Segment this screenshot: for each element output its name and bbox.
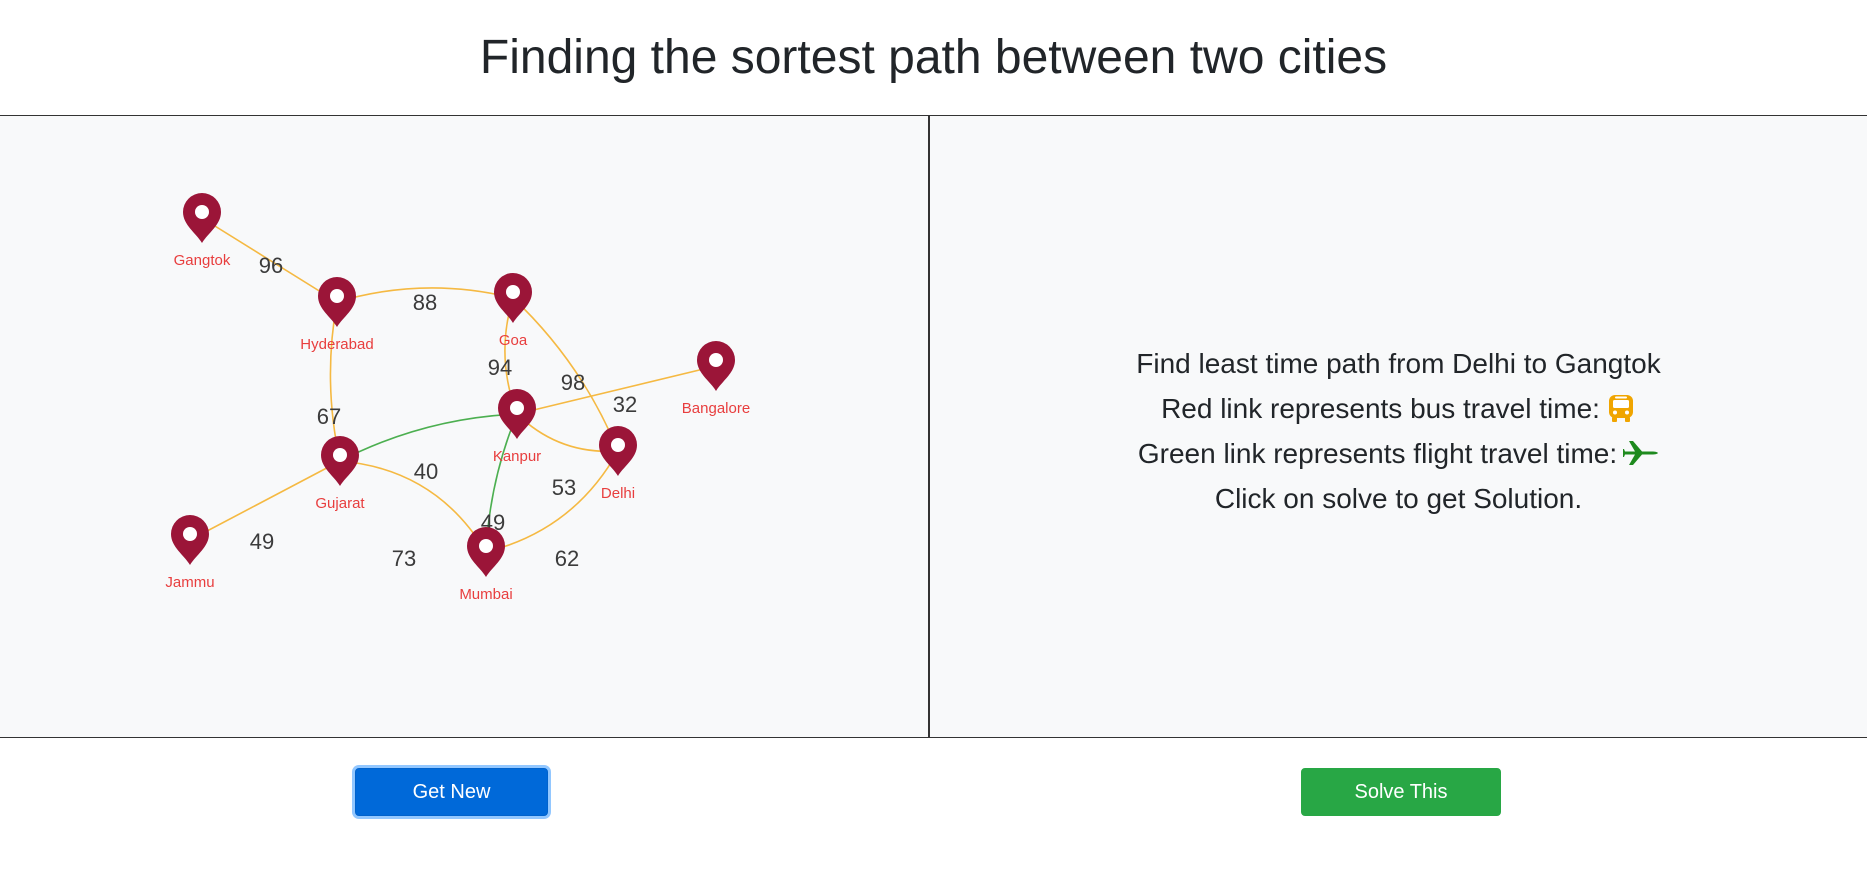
city-label-kanpur: Kanpur bbox=[493, 448, 541, 465]
flight-legend: Green link represents flight travel time… bbox=[930, 431, 1867, 476]
city-marker-gujarat[interactable]: Gujarat bbox=[315, 436, 365, 512]
city-marker-bangalore[interactable]: Bangalore bbox=[682, 341, 750, 417]
solve-hint-text: Click on solve to get Solution. bbox=[1214, 483, 1583, 514]
city-label-hyderabad: Hyderabad bbox=[300, 336, 373, 353]
city-marker-kanpur[interactable]: Kanpur bbox=[493, 389, 541, 465]
link-gujarat-kanpur bbox=[339, 413, 518, 462]
city-graph: 9688679498324053494973 62GangtokHyderabad… bbox=[165, 193, 750, 603]
bus-legend-text: Red link represents bus travel time: bbox=[1161, 393, 1600, 424]
link-mumbai-delhi bbox=[485, 450, 619, 553]
map-pin-center bbox=[506, 285, 520, 299]
city-marker-hyderabad[interactable]: Hyderabad bbox=[300, 277, 374, 353]
map-pin-center bbox=[333, 448, 347, 462]
get-new-problem-button[interactable]: Get New Problem. bbox=[355, 768, 548, 849]
link-time-goa-delhi: 98 bbox=[561, 370, 585, 395]
map-pin-center bbox=[709, 353, 723, 367]
bus-icon bbox=[1608, 394, 1633, 422]
map-pin-center bbox=[611, 438, 625, 452]
link-time-gujarat-mumbai: 73 bbox=[392, 546, 416, 571]
city-label-bangalore: Bangalore bbox=[682, 400, 750, 417]
city-marker-delhi[interactable]: Delhi bbox=[599, 426, 637, 502]
link-time-mumbai-delhi: 62 bbox=[555, 546, 579, 571]
link-time-gujarat-jammu: 49 bbox=[250, 529, 274, 554]
city-label-gujarat: Gujarat bbox=[315, 495, 365, 512]
city-marker-mumbai[interactable]: Mumbai bbox=[459, 527, 513, 603]
link-time-goa-kanpur: 94 bbox=[488, 355, 512, 380]
link-time-kanpur-delhi: 53 bbox=[552, 475, 576, 500]
instructions: Find least time path from Delhi to Gangt… bbox=[930, 341, 1867, 521]
map-pin-center bbox=[510, 401, 524, 415]
city-label-goa: Goa bbox=[499, 332, 528, 349]
solve-hint: Click on solve to get Solution. bbox=[930, 476, 1867, 521]
bus-legend: Red link represents bus travel time: bbox=[930, 386, 1867, 431]
graph-panel: 96 88 67 94 98 32 40 53 49 49 73 62 Gangtok Hyderabad… bbox=[0, 116, 930, 737]
link-time-kanpur-bangalore: 32 bbox=[613, 392, 637, 417]
link-time-hyderabad-goa: 88 bbox=[413, 290, 437, 315]
link-time-hyderabad-gujarat: 67 bbox=[317, 404, 341, 429]
link-time-gangtok-hyderabad: 96 bbox=[259, 253, 283, 278]
map-pin-center bbox=[330, 289, 344, 303]
workspace: 96 88 67 94 98 32 40 53 49 49 73 62 Gangtok Hyderabad… bbox=[0, 115, 1867, 738]
problem-statement: Find least time path from Delhi to Gangt… bbox=[930, 341, 1867, 386]
city-label-jammu: Jammu bbox=[165, 574, 214, 591]
solve-problem-button[interactable]: Solve This Problem bbox=[1301, 768, 1501, 849]
page-title: Finding the sortest path between two cit… bbox=[479, 31, 1388, 84]
map-pin-center bbox=[183, 527, 197, 541]
city-label-mumbai: Mumbai bbox=[459, 586, 512, 603]
city-label-gangtok: Gangtok bbox=[174, 252, 231, 269]
city-label-delhi: Delhi bbox=[601, 485, 635, 502]
airplane-icon bbox=[1623, 440, 1659, 465]
problem-statement-text: Find least time path from Delhi to Gangt… bbox=[1136, 348, 1661, 379]
flight-legend-text: Green link represents flight travel time… bbox=[1137, 438, 1618, 469]
info-panel: Find least time path from Delhi to Gangt… bbox=[930, 116, 1867, 737]
city-marker-jammu[interactable]: Jammu bbox=[165, 515, 215, 591]
map-pin-center bbox=[195, 205, 209, 219]
link-time-gujarat-kanpur: 40 bbox=[414, 459, 438, 484]
map-pin-center bbox=[479, 539, 493, 553]
